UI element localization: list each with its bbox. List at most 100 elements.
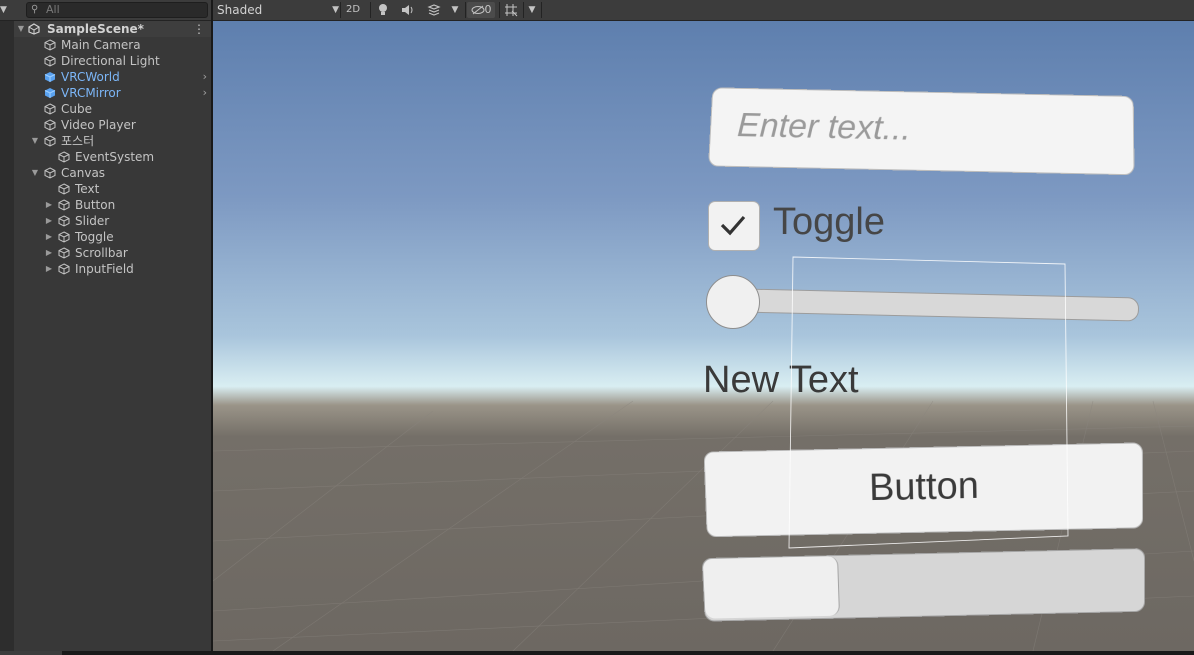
expand-arrow-icon[interactable]: ▼ — [16, 21, 26, 37]
item-label: Canvas — [61, 166, 106, 180]
canvas-scrollbar[interactable] — [701, 548, 1146, 622]
scene-row[interactable]: ▼ SampleScene* ⋮ — [14, 21, 211, 37]
expand-arrow-icon[interactable]: ▼ — [30, 165, 40, 181]
gizmos-icon[interactable] — [503, 2, 519, 18]
hierarchy-item-video-player[interactable]: Video Player — [14, 117, 211, 133]
hierarchy-item-canvas[interactable]: ▼ Canvas — [14, 165, 211, 181]
item-label: EventSystem — [75, 150, 155, 164]
item-label: Main Camera — [61, 38, 141, 52]
search-icon: ⚲ — [31, 4, 39, 15]
bottom-border — [0, 651, 1194, 655]
hidden-objects-toggle[interactable]: 0 — [467, 2, 495, 18]
toggle-checkbox[interactable] — [708, 201, 760, 251]
add-dropdown-icon[interactable]: ▼ — [0, 4, 12, 16]
toolbar-divider — [499, 2, 500, 18]
cube-icon — [44, 39, 56, 51]
item-label: VRCMirror — [61, 86, 121, 100]
item-label: 포스터 — [61, 134, 95, 148]
new-text-label: New Text — [703, 359, 859, 401]
hierarchy-item-slider[interactable]: ▶ Slider — [14, 213, 211, 229]
chevron-right-icon[interactable]: › — [203, 85, 207, 101]
hierarchy-item-main-camera[interactable]: Main Camera — [14, 37, 211, 53]
gizmos-dropdown-arrow-icon[interactable]: ▼ — [525, 2, 539, 18]
input-placeholder: Enter text... — [736, 106, 912, 148]
collapsed-arrow-icon[interactable]: ▶ — [44, 229, 54, 245]
scrollbar-handle[interactable] — [702, 555, 840, 619]
2d-mode-toggle[interactable]: 2D — [341, 2, 365, 18]
hierarchy-item-inputfield[interactable]: ▶ InputField — [14, 261, 211, 277]
prefab-cube-icon — [44, 72, 56, 82]
cube-icon — [58, 183, 70, 195]
scene-name: SampleScene* — [47, 22, 144, 36]
hierarchy-item-eventsystem[interactable]: EventSystem — [14, 149, 211, 165]
shading-mode-dropdown[interactable]: Shaded ▼ — [215, 0, 339, 20]
canvas-button[interactable]: Button — [703, 442, 1144, 538]
toolbar-divider — [523, 2, 524, 18]
bottom-tab-indicator — [0, 651, 62, 655]
collapsed-arrow-icon[interactable]: ▶ — [44, 261, 54, 277]
item-label: Toggle — [75, 230, 114, 244]
chevron-right-icon[interactable]: › — [203, 69, 207, 85]
cube-icon — [58, 231, 70, 243]
hierarchy-item-toggle[interactable]: ▶ Toggle — [14, 229, 211, 245]
slider-handle[interactable] — [706, 275, 760, 329]
collapsed-arrow-icon[interactable]: ▶ — [44, 213, 54, 229]
dropdown-arrow-icon: ▼ — [332, 5, 339, 15]
audio-icon[interactable] — [399, 2, 417, 18]
cube-icon — [44, 55, 56, 67]
scene-viewport[interactable]: Enter text... Toggle New Text Button — [213, 21, 1194, 651]
more-options-icon[interactable]: ⋮ — [193, 21, 205, 37]
cube-icon — [44, 135, 56, 147]
cube-icon — [58, 247, 70, 259]
hierarchy-panel: ▼ ⚲ All ▼ SampleScene* ⋮ Main Camera Dir… — [0, 0, 211, 651]
prefab-cube-icon — [44, 88, 56, 98]
lightbulb-icon[interactable] — [375, 2, 391, 18]
scene-toolbar: Shaded ▼ 2D ▼ 0 ▼ — [213, 0, 1194, 21]
checkmark-icon — [720, 215, 746, 236]
input-field[interactable]: Enter text... — [708, 87, 1135, 176]
hierarchy-item-directional-light[interactable]: Directional Light — [14, 53, 211, 69]
item-label: Video Player — [61, 118, 136, 132]
scene-view-panel: Shaded ▼ 2D ▼ 0 ▼ Enter text... Toggle N… — [213, 0, 1194, 651]
canvas-button-label: Button — [868, 464, 980, 510]
cube-icon — [44, 119, 56, 131]
effects-dropdown-arrow-icon[interactable]: ▼ — [449, 2, 461, 18]
hierarchy-toolbar: ▼ ⚲ All — [0, 0, 211, 21]
item-label: Scrollbar — [75, 246, 128, 260]
hierarchy-gutter — [0, 21, 14, 651]
hidden-objects-icon — [471, 5, 484, 15]
search-placeholder: All — [46, 3, 60, 16]
hierarchy-item-vrcworld[interactable]: VRCWorld › — [14, 69, 211, 85]
item-label: Directional Light — [61, 54, 160, 68]
cube-icon — [58, 199, 70, 211]
hierarchy-item-vrcmirror[interactable]: VRCMirror › — [14, 85, 211, 101]
hierarchy-item-button[interactable]: ▶ Button — [14, 197, 211, 213]
hidden-count: 0 — [484, 3, 492, 16]
collapsed-arrow-icon[interactable]: ▶ — [44, 245, 54, 261]
hierarchy-search-field[interactable]: ⚲ All — [26, 2, 208, 18]
expand-arrow-icon[interactable]: ▼ — [30, 133, 40, 149]
hierarchy-item-scrollbar[interactable]: ▶ Scrollbar — [14, 245, 211, 261]
item-label: InputField — [75, 262, 134, 276]
item-label: Button — [75, 198, 116, 212]
cube-icon — [44, 103, 56, 115]
cube-icon — [44, 167, 56, 179]
item-label: VRCWorld — [61, 70, 120, 84]
cube-icon — [58, 151, 70, 163]
shading-mode-label: Shaded — [217, 3, 263, 17]
unity-scene-icon — [28, 23, 40, 35]
effects-icon[interactable] — [425, 2, 443, 18]
toolbar-divider — [370, 2, 371, 18]
hierarchy-item-text[interactable]: Text — [14, 181, 211, 197]
hierarchy-item-cube[interactable]: Cube — [14, 101, 211, 117]
toolbar-divider — [541, 2, 542, 18]
hierarchy-item-poster[interactable]: ▼ 포스터 — [14, 133, 211, 149]
item-label: Slider — [75, 214, 110, 228]
collapsed-arrow-icon[interactable]: ▶ — [44, 197, 54, 213]
item-label: Cube — [61, 102, 92, 116]
toggle-label: Toggle — [773, 201, 885, 243]
cube-icon — [58, 215, 70, 227]
item-label: Text — [75, 182, 100, 196]
toolbar-divider — [465, 2, 466, 18]
cube-icon — [58, 263, 70, 275]
